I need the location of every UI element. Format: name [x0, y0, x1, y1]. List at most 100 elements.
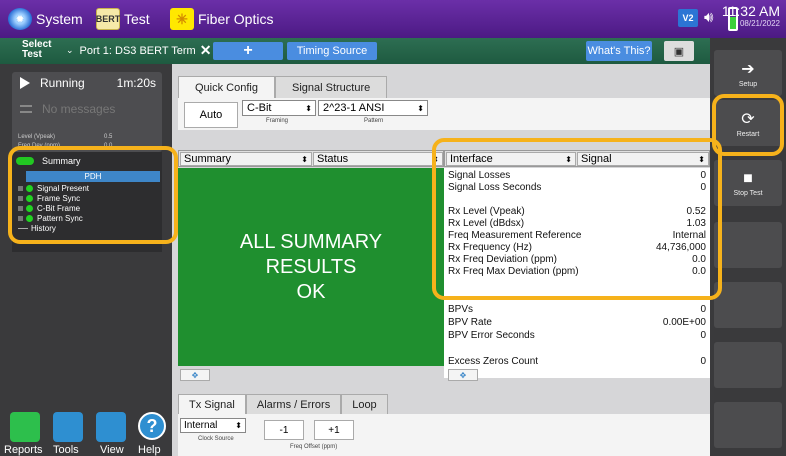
result-value: 0.52	[686, 206, 706, 217]
empty-soft-key[interactable]	[714, 282, 782, 328]
empty-soft-key[interactable]	[714, 402, 782, 448]
port-tab[interactable]: ⌄ Port 1: DS3 BERT Term ✕	[66, 42, 211, 59]
tools-icon[interactable]	[53, 412, 83, 442]
tree-pdh[interactable]: PDH	[26, 171, 160, 182]
stop-test-button[interactable]: ■ Stop Test	[714, 160, 782, 206]
result-label: Signal Losses	[448, 170, 511, 181]
empty-soft-key[interactable]	[714, 222, 782, 268]
tree-item-label: Pattern Sync	[37, 214, 83, 223]
freq-dev-label: Freq Dev (ppm)	[18, 143, 61, 149]
freq-offset-caption: Freq Offset (ppm)	[290, 444, 338, 450]
summary-category-select[interactable]: Summary ⬍	[180, 152, 312, 166]
right-action-panel: ➔ Setup ⟳ Restart ■ Stop Test	[710, 38, 786, 456]
config-tabs: Quick Config Signal Structure	[178, 76, 388, 98]
freq-plus-button[interactable]: +1	[314, 420, 354, 440]
camera-icon[interactable]: ▣	[664, 41, 694, 61]
messages-row[interactable]: No messages	[20, 102, 115, 116]
result-row: Freq Measurement Reference Internal	[448, 230, 706, 242]
result-label: Excess Zeros Count	[448, 356, 539, 367]
help-label[interactable]: Help	[138, 444, 161, 456]
result-row: Rx Freq Max Deviation (ppm) 0.0	[448, 266, 706, 278]
result-row: Rx Frequency (Hz) 44,736,000	[448, 242, 706, 254]
tree-item[interactable]: Signal Present	[18, 184, 89, 193]
test-label: Test	[124, 11, 150, 27]
result-row	[448, 194, 706, 206]
tx-tabs: Tx Signal Alarms / Errors Loop	[178, 394, 388, 414]
restart-button[interactable]: ⟳ Restart	[714, 100, 782, 146]
result-label: Freq Measurement Reference	[448, 230, 582, 241]
top-bar: ✹ System BERT Test ✳ Fiber Optics V2 🔊︎ …	[0, 0, 786, 38]
signal-select[interactable]: Signal ⬍	[577, 152, 709, 166]
setup-label: Setup	[738, 80, 758, 88]
whats-this-button[interactable]: What's This?	[586, 41, 652, 61]
status-led-icon	[16, 157, 34, 165]
empty-soft-key[interactable]	[714, 342, 782, 388]
tab-alarms-errors[interactable]: Alarms / Errors	[245, 394, 342, 414]
interface-select-value: Interface	[450, 153, 493, 165]
summary-result-panel: ALL SUMMARY RESULTS OK	[178, 168, 444, 366]
view-icon[interactable]	[96, 412, 126, 442]
reports-icon[interactable]	[10, 412, 40, 442]
freq-minus-button[interactable]: -1	[264, 420, 304, 440]
chevron-down-icon: ⌄	[66, 45, 74, 55]
pattern-select[interactable]: 2^23-1 ANSI ⬍	[318, 100, 428, 116]
result-value: 0	[700, 182, 706, 193]
result-value: 0.00E+00	[662, 317, 706, 328]
tab-signal-structure[interactable]: Signal Structure	[274, 76, 388, 98]
result-row: Rx Level (Vpeak) 0.52	[448, 206, 706, 218]
system-menu[interactable]: ✹ System	[8, 6, 83, 32]
result-value: 0.0	[692, 254, 706, 265]
expand-move-icon[interactable]: ✥	[448, 369, 478, 381]
tree-history[interactable]: History	[18, 224, 56, 233]
summary-pane-header: Summary ⬍ Status ⬍	[178, 150, 444, 167]
help-icon[interactable]: ?	[138, 412, 166, 440]
framing-select[interactable]: C-Bit ⬍	[242, 100, 316, 116]
tree-item-label: C-Bit Frame	[37, 204, 81, 213]
interface-select[interactable]: Interface ⬍	[446, 152, 576, 166]
result-row: BPV Error Seconds 0	[448, 330, 706, 342]
tree-item-label: Signal Present	[37, 184, 90, 193]
status-select[interactable]: Status ⬍	[313, 152, 443, 166]
select-arrow-icon: ⬍	[305, 103, 312, 113]
select-test-button[interactable]: Select Test	[22, 40, 51, 60]
summary-category-value: Summary	[184, 153, 232, 165]
status-led-icon	[26, 185, 33, 192]
result-value: 0	[700, 356, 706, 367]
result-label: Signal Loss Seconds	[448, 182, 542, 193]
tab-quick-config[interactable]: Quick Config	[178, 76, 275, 98]
clock: 11:32 AM 08/21/2022	[722, 3, 780, 28]
result-label: Rx Level (Vpeak)	[448, 206, 525, 217]
view-label[interactable]: View	[100, 444, 124, 456]
reports-label[interactable]: Reports	[4, 444, 43, 456]
fiber-optics-menu[interactable]: ✳ Fiber Optics	[170, 6, 273, 32]
auto-button[interactable]: Auto	[184, 102, 238, 128]
expand-move-icon[interactable]: ✥	[180, 369, 210, 381]
tab-tx-signal[interactable]: Tx Signal	[178, 394, 246, 414]
speaker-icon[interactable]: 🔊︎	[704, 9, 713, 26]
close-icon[interactable]: ✕	[200, 42, 212, 59]
add-test-button[interactable]: +	[213, 42, 283, 60]
level-label: Level (Vpeak)	[18, 134, 56, 140]
clock-source-value: Internal	[184, 420, 218, 431]
tree-summary[interactable]: Summary	[16, 156, 81, 166]
tree-item[interactable]: C-Bit Frame	[18, 204, 80, 213]
v-badge[interactable]: V2	[678, 9, 698, 27]
result-row: BPV Rate 0.00E+00	[448, 317, 706, 329]
clock-source-select[interactable]: Internal ⬍	[180, 418, 246, 433]
clock-source-caption: Clock Source	[198, 436, 234, 442]
result-value: 44,736,000	[655, 242, 706, 253]
select-arrow-icon: ⬍	[432, 154, 439, 164]
tree-line	[18, 228, 28, 229]
summary-line-1: ALL SUMMARY	[239, 230, 383, 253]
tab-loop[interactable]: Loop	[341, 394, 388, 414]
tree-item[interactable]: Frame Sync	[18, 194, 80, 203]
test-menu[interactable]: BERT Test	[96, 6, 150, 32]
port-tab-label: Port 1: DS3 BERT Term	[79, 44, 196, 57]
tree-item[interactable]: Pattern Sync	[18, 214, 83, 223]
stop-icon: ■	[743, 169, 753, 187]
setup-button[interactable]: ➔ Setup	[714, 50, 782, 96]
tools-label[interactable]: Tools	[53, 444, 79, 456]
main-area: Quick Config Signal Structure Auto C-Bit…	[172, 64, 710, 456]
result-row: Signal Losses 0	[448, 170, 706, 182]
timing-source-button[interactable]: Timing Source	[287, 42, 377, 60]
